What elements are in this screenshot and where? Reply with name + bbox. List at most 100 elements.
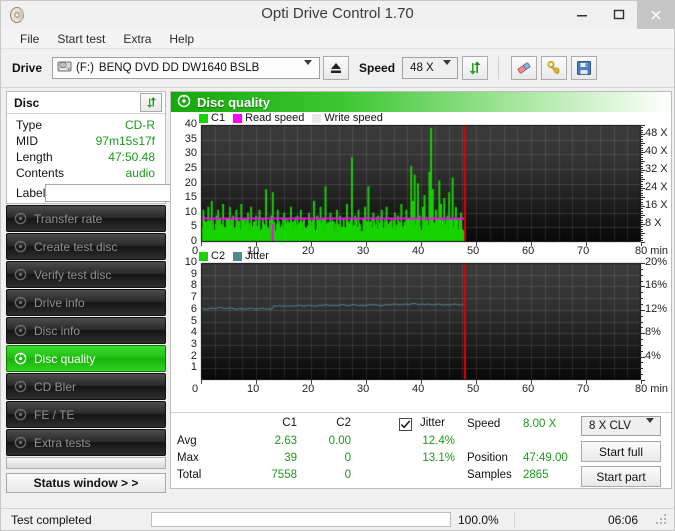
write-strategy-value: 8 X CLV bbox=[589, 420, 631, 432]
y2-tick bbox=[641, 132, 643, 133]
jitter-max: 13.1% bbox=[422, 452, 455, 464]
sidebar-item-create-test-disc[interactable]: Create test disc bbox=[6, 233, 166, 260]
y2-tick-label: 16% bbox=[645, 279, 668, 292]
y2-tick bbox=[641, 206, 645, 207]
legend-write-speed: Write speed bbox=[312, 112, 383, 124]
menu-file[interactable]: File bbox=[11, 30, 48, 48]
y2-tick bbox=[641, 380, 645, 381]
jitter-checkbox[interactable] bbox=[399, 418, 412, 431]
eject-icon bbox=[331, 63, 342, 73]
y-tick-label: 2 bbox=[190, 349, 197, 362]
speed-select[interactable]: 48 X bbox=[402, 57, 459, 79]
legend-swatch bbox=[233, 113, 243, 123]
y2-tick bbox=[641, 190, 643, 191]
start-part-button[interactable]: Start part bbox=[581, 466, 661, 487]
jitter-label: Jitter bbox=[420, 417, 445, 429]
x-tick bbox=[201, 380, 202, 384]
sidebar-item-disc-quality[interactable]: Disc quality bbox=[6, 345, 166, 372]
y-tick-label: 20 bbox=[184, 176, 197, 189]
c1-chart-canvas[interactable] bbox=[171, 112, 671, 254]
disc-icon bbox=[14, 324, 27, 337]
sidebar-item-verify-test-disc[interactable]: Verify test disc bbox=[6, 261, 166, 288]
tools-button[interactable] bbox=[541, 56, 568, 80]
sidebar-item-label: CD Bler bbox=[34, 379, 77, 394]
y2-tick bbox=[641, 199, 643, 200]
sidebar-item-disc-info[interactable]: Disc info bbox=[6, 317, 166, 344]
y2-tick bbox=[641, 150, 643, 151]
y2-tick bbox=[641, 316, 643, 317]
y-tick-label: 8 bbox=[190, 279, 197, 292]
sidebar: Disc Type CD-R MID 97m15s17f Length 47:5… bbox=[6, 91, 249, 493]
stats-c1-avg: 2.63 bbox=[274, 435, 297, 447]
x-tick-label: 70 bbox=[577, 383, 590, 395]
minimize-button[interactable] bbox=[563, 1, 600, 29]
sidebar-item-extra-tests[interactable]: Extra tests bbox=[6, 429, 166, 456]
erase-button[interactable] bbox=[511, 56, 538, 80]
y2-tick bbox=[641, 339, 643, 340]
drive-select[interactable]: (F:) BENQ DVD DD DW1640 BSLB bbox=[52, 57, 321, 79]
chevron-down-icon bbox=[304, 60, 313, 77]
y-tick-label: 5 bbox=[190, 220, 197, 233]
menu-start-test[interactable]: Start test bbox=[48, 30, 114, 48]
position-stat-label: Position bbox=[467, 452, 508, 464]
check-icon bbox=[400, 420, 411, 429]
jitter-avg: 12.4% bbox=[422, 435, 455, 447]
y-tick-label: 15 bbox=[184, 191, 197, 204]
menu-bar: File Start test Extra Help bbox=[1, 29, 674, 49]
x-tick bbox=[531, 242, 532, 246]
sidebar-item-label: Disc quality bbox=[34, 351, 96, 366]
y2-tick bbox=[641, 263, 645, 264]
y2-tick bbox=[641, 368, 643, 369]
y2-tick bbox=[641, 240, 643, 241]
y2-tick bbox=[641, 298, 643, 299]
maximize-button[interactable] bbox=[600, 1, 637, 29]
c2-jitter-chart: C2 Jitter 0 10 20 30 40 50 60 70 80 min 1 2 3 4 5 6 7 8 9… bbox=[171, 250, 671, 395]
sidebar-item-fe-te[interactable]: FE / TE bbox=[6, 401, 166, 428]
sidebar-item-cd-bler[interactable]: CD Bler bbox=[6, 373, 166, 400]
main-panel: Disc quality C1 Read speed Write speed 0… bbox=[170, 91, 672, 489]
refresh-button[interactable] bbox=[462, 56, 489, 80]
legend-label: Write speed bbox=[324, 112, 383, 124]
y2-tick bbox=[641, 362, 643, 363]
y2-tick bbox=[641, 204, 643, 205]
c2-chart-canvas[interactable] bbox=[171, 250, 671, 392]
x-tick-label: 40 bbox=[412, 383, 425, 395]
nav-list: Transfer rate Create test disc Verify te… bbox=[6, 205, 166, 456]
x-tick bbox=[476, 242, 477, 246]
y2-tick bbox=[641, 235, 643, 236]
progress-bar bbox=[151, 512, 451, 527]
eraser-icon bbox=[517, 62, 531, 74]
y-tick-label: 1 bbox=[190, 361, 197, 374]
stats-c2-total: 0 bbox=[344, 469, 351, 481]
y2-tick bbox=[641, 310, 645, 311]
sidebar-item-drive-info[interactable]: Drive info bbox=[6, 289, 166, 316]
c2-chart-legend: C2 Jitter bbox=[199, 250, 277, 262]
y2-tick bbox=[641, 351, 643, 352]
write-strategy-select[interactable]: 8 X CLV bbox=[581, 416, 661, 436]
disc-value-mid: 97m15s17f bbox=[95, 134, 155, 148]
start-full-button[interactable]: Start full bbox=[581, 441, 661, 462]
menu-extra[interactable]: Extra bbox=[114, 30, 160, 48]
disc-icon bbox=[14, 408, 27, 421]
resize-grip[interactable] bbox=[656, 514, 668, 526]
y2-tick bbox=[641, 168, 643, 169]
y2-tick bbox=[641, 130, 643, 131]
x-tick bbox=[476, 380, 477, 384]
status-window-button[interactable]: Status window > > bbox=[6, 473, 166, 493]
sidebar-item-label: Disc info bbox=[34, 323, 81, 338]
y2-tick bbox=[641, 195, 643, 196]
menu-help[interactable]: Help bbox=[160, 30, 203, 48]
y2-tick bbox=[641, 275, 643, 276]
stats-row-total-label: Total bbox=[177, 469, 202, 481]
disc-refresh-button[interactable] bbox=[140, 93, 162, 112]
save-button[interactable] bbox=[571, 56, 598, 80]
sidebar-item-transfer-rate[interactable]: Transfer rate bbox=[6, 205, 166, 232]
eject-button[interactable] bbox=[323, 56, 350, 80]
x-tick-label: 50 bbox=[467, 383, 480, 395]
y-tick-label: 10 bbox=[184, 256, 197, 268]
y2-tick bbox=[641, 269, 643, 270]
position-stat-value: 47:49.00 bbox=[523, 452, 568, 464]
legend-swatch bbox=[233, 251, 243, 261]
x-tick bbox=[311, 380, 312, 384]
close-button[interactable] bbox=[637, 1, 674, 29]
